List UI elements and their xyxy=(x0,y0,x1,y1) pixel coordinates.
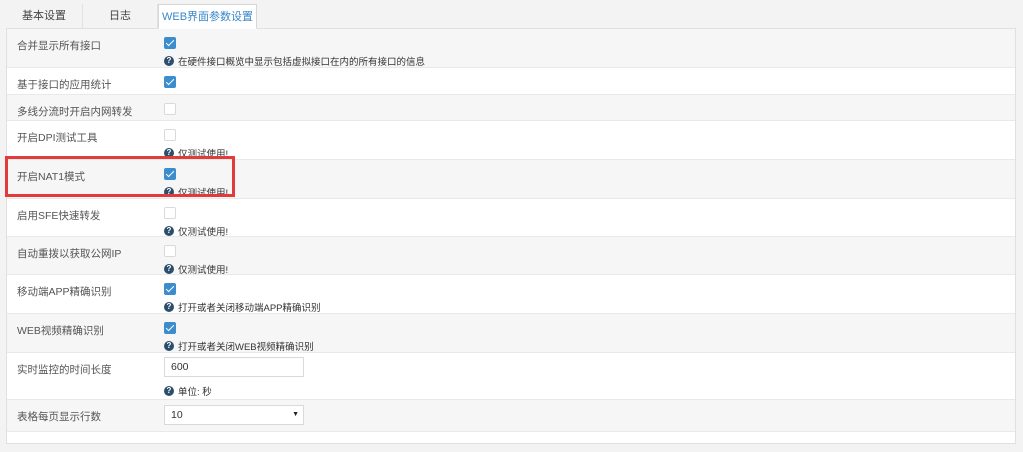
setting-label: 启用SFE快速转发 xyxy=(17,210,101,222)
lan-forwarding-checkbox[interactable] xyxy=(164,103,176,115)
setting-help: ? 打开或者关闭WEB视频精确识别 xyxy=(164,339,314,353)
help-text: 单位: 秒 xyxy=(178,387,212,398)
question-circle-icon: ? xyxy=(164,187,174,197)
sfe-forwarding-checkbox[interactable] xyxy=(164,207,176,219)
setting-help: ? 仅测试使用! xyxy=(164,185,228,199)
web-video-id-checkbox[interactable] xyxy=(164,322,176,334)
settings-panel: 合并显示所有接口 ? 在硬件接口概览中显示包括虚拟接口在内的所有接口的信息 基于… xyxy=(6,28,1016,444)
help-text: 打开或者关闭移动端APP精确识别 xyxy=(178,303,321,314)
setting-row-sfe-forwarding: 启用SFE快速转发 ? 仅测试使用! xyxy=(7,199,1015,238)
caret-down-icon: ▼ xyxy=(292,411,299,418)
monitor-duration-input[interactable] xyxy=(164,357,304,377)
question-circle-icon: ? xyxy=(164,148,174,158)
setting-label: 移动端APP精确识别 xyxy=(17,286,112,298)
setting-label: 合并显示所有接口 xyxy=(17,40,101,52)
setting-row-rows-per-page: 表格每页显示行数 10 ▼ xyxy=(7,400,1015,432)
tab-bar: 基本设置 日志 WEB界面参数设置 xyxy=(6,4,257,29)
setting-help: ? 单位: 秒 xyxy=(164,384,212,398)
setting-label: 表格每页显示行数 xyxy=(17,411,101,423)
question-circle-icon: ? xyxy=(164,341,174,351)
question-circle-icon: ? xyxy=(164,386,174,396)
setting-row-app-stats: 基于接口的应用统计 xyxy=(7,68,1015,95)
setting-label: 自动重拨以获取公网IP xyxy=(17,248,122,260)
setting-help: ? 仅测试使用! xyxy=(164,262,228,276)
setting-label: WEB视频精确识别 xyxy=(17,325,104,337)
setting-row-lan-forwarding: 多线分流时开启内网转发 xyxy=(7,95,1015,121)
setting-row-mobile-app-id: 移动端APP精确识别 ? 打开或者关闭移动端APP精确识别 xyxy=(7,275,1015,314)
setting-help: ? 在硬件接口概览中显示包括虚拟接口在内的所有接口的信息 xyxy=(164,54,425,68)
setting-row-auto-redial: 自动重拨以获取公网IP ? 仅测试使用! xyxy=(7,237,1015,276)
app-stats-checkbox[interactable] xyxy=(164,76,176,88)
setting-label: 基于接口的应用统计 xyxy=(17,79,112,91)
setting-label: 开启DPI测试工具 xyxy=(17,132,98,144)
setting-row-nat1-mode: 开启NAT1模式 ? 仅测试使用! xyxy=(7,160,1015,199)
setting-label: 开启NAT1模式 xyxy=(17,171,86,183)
nat1-mode-checkbox[interactable] xyxy=(164,168,176,180)
setting-help: ? 仅测试使用! xyxy=(164,224,228,238)
select-value: 10 xyxy=(171,409,183,421)
help-text: 仅测试使用! xyxy=(178,265,229,276)
tab-web-ui-settings[interactable]: WEB界面参数设置 xyxy=(158,4,257,29)
setting-help: ? 打开或者关闭移动端APP精确识别 xyxy=(164,300,321,314)
setting-row-web-video-id: WEB视频精确识别 ? 打开或者关闭WEB视频精确识别 xyxy=(7,314,1015,353)
setting-help: ? 仅测试使用! xyxy=(164,146,228,160)
auto-redial-checkbox[interactable] xyxy=(164,245,176,257)
help-text: 仅测试使用! xyxy=(178,227,229,238)
dpi-tool-checkbox[interactable] xyxy=(164,129,176,141)
help-text: 打开或者关闭WEB视频精确识别 xyxy=(178,342,314,353)
rows-per-page-select[interactable]: 10 ▼ xyxy=(164,405,304,425)
tab-logs[interactable]: 日志 xyxy=(83,4,158,29)
tab-basic-settings[interactable]: 基本设置 xyxy=(6,4,83,29)
setting-label: 多线分流时开启内网转发 xyxy=(17,106,133,118)
question-circle-icon: ? xyxy=(164,302,174,312)
help-text: 仅测试使用! xyxy=(178,149,229,160)
setting-label: 实时监控的时间长度 xyxy=(17,364,112,376)
help-text: 在硬件接口概览中显示包括虚拟接口在内的所有接口的信息 xyxy=(178,57,426,68)
merge-interfaces-checkbox[interactable] xyxy=(164,37,176,49)
mobile-app-id-checkbox[interactable] xyxy=(164,283,176,295)
setting-row-dpi-tool: 开启DPI测试工具 ? 仅测试使用! xyxy=(7,121,1015,160)
help-text: 仅测试使用! xyxy=(178,188,229,199)
setting-row-monitor-duration: 实时监控的时间长度 ? 单位: 秒 xyxy=(7,353,1015,400)
question-circle-icon: ? xyxy=(164,56,174,66)
setting-row-merge-interfaces: 合并显示所有接口 ? 在硬件接口概览中显示包括虚拟接口在内的所有接口的信息 xyxy=(7,29,1015,68)
question-circle-icon: ? xyxy=(164,226,174,236)
question-circle-icon: ? xyxy=(164,264,174,274)
